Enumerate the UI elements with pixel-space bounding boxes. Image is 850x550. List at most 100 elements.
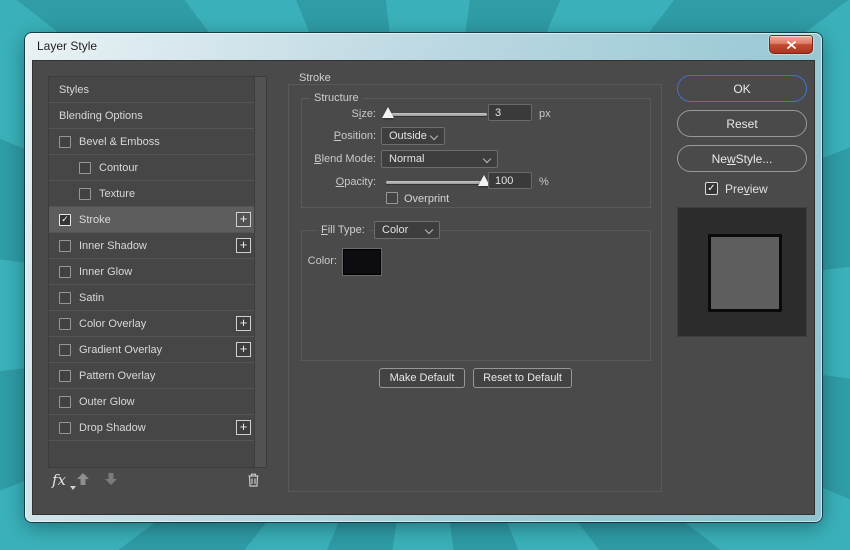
effect-checkbox[interactable]: [59, 344, 71, 356]
style-list-item-label: Gradient Overlay: [79, 344, 162, 356]
size-slider-track[interactable]: [386, 113, 487, 116]
stroke-options-group: Stroke Structure Size: px Position: Outs…: [288, 84, 662, 492]
style-list-item-label: Color Overlay: [79, 318, 146, 330]
style-list-item-label: Inner Glow: [79, 266, 132, 278]
size-label: Size:: [289, 108, 376, 120]
preview-checkbox[interactable]: ✓: [705, 182, 718, 195]
style-list-item[interactable]: Inner Shadow +: [49, 233, 254, 259]
reset-button[interactable]: Reset: [677, 110, 807, 137]
blend-mode-select[interactable]: Normal: [381, 150, 498, 168]
style-list-item-label: Pattern Overlay: [79, 370, 155, 382]
style-list-item[interactable]: Styles: [49, 77, 254, 103]
add-instance-button[interactable]: +: [236, 342, 251, 357]
new-style-button[interactable]: New Style...: [677, 145, 807, 172]
size-slider[interactable]: [386, 106, 487, 120]
fx-menu-icon[interactable]: fx: [52, 471, 66, 489]
size-slider-thumb[interactable]: [382, 107, 394, 118]
blend-mode-label: Blend Mode:: [289, 153, 376, 165]
style-list-item-label: Satin: [79, 292, 104, 304]
style-list-item[interactable]: Texture: [49, 181, 254, 207]
fx-menu-caret-icon: [70, 486, 76, 490]
style-preview-thumbnail: [677, 207, 807, 337]
make-default-button[interactable]: Make Default: [379, 368, 465, 388]
style-list-item[interactable]: Pattern Overlay: [49, 363, 254, 389]
style-list-item[interactable]: Bevel & Emboss: [49, 129, 254, 155]
style-list-item-label: Bevel & Emboss: [79, 136, 160, 148]
blend-mode-value: Normal: [389, 153, 424, 165]
style-list-item[interactable]: Drop Shadow +: [49, 415, 254, 441]
style-list-item[interactable]: Contour: [49, 155, 254, 181]
opacity-unit: %: [539, 176, 549, 188]
style-list: Styles Blending Options Bevel & Emboss C…: [49, 77, 254, 467]
opacity-label: Opacity:: [289, 176, 376, 188]
effects-toolbar: fx: [48, 468, 267, 498]
effect-checkbox[interactable]: ✓: [59, 214, 71, 226]
style-list-item[interactable]: Blending Options: [49, 103, 254, 129]
position-select[interactable]: Outside: [381, 127, 445, 145]
style-list-item[interactable]: Color Overlay +: [49, 311, 254, 337]
layer-style-dialog: Layer Style Styles Blending Options: [25, 33, 822, 522]
move-effect-up-icon[interactable]: [76, 472, 90, 486]
close-icon: [787, 41, 796, 49]
title-bar[interactable]: Layer Style: [25, 33, 822, 60]
style-list-item[interactable]: Inner Glow: [49, 259, 254, 285]
effect-checkbox[interactable]: [59, 318, 71, 330]
style-list-item[interactable]: Satin: [49, 285, 254, 311]
add-instance-button[interactable]: +: [236, 420, 251, 435]
style-list-panel: Styles Blending Options Bevel & Emboss C…: [48, 76, 267, 468]
overprint-label: Overprint: [404, 193, 449, 205]
chevron-down-icon: [425, 226, 433, 234]
opacity-slider[interactable]: [386, 174, 487, 188]
dialog-content: Styles Blending Options Bevel & Emboss C…: [32, 60, 815, 515]
close-button[interactable]: [769, 35, 813, 54]
style-list-item[interactable]: Gradient Overlay +: [49, 337, 254, 363]
dialog-title: Layer Style: [37, 33, 97, 60]
opacity-slider-track[interactable]: [386, 181, 487, 184]
position-label: Position:: [289, 130, 376, 142]
add-instance-button[interactable]: +: [236, 316, 251, 331]
size-unit: px: [539, 108, 551, 120]
ok-button[interactable]: OK: [677, 75, 807, 102]
effect-checkbox[interactable]: [59, 240, 71, 252]
style-list-item-label: Blending Options: [59, 110, 143, 122]
effect-checkbox[interactable]: [59, 422, 71, 434]
move-effect-down-icon[interactable]: [104, 472, 118, 486]
effect-checkbox[interactable]: [59, 292, 71, 304]
size-input[interactable]: [488, 104, 532, 121]
fill-type-value: Color: [382, 224, 408, 236]
style-list-item-label: Texture: [99, 188, 135, 200]
preview-label: Preview: [725, 182, 768, 196]
effect-checkbox[interactable]: [59, 266, 71, 278]
effect-checkbox[interactable]: [59, 370, 71, 382]
chevron-down-icon: [430, 132, 438, 140]
style-list-item-label: Outer Glow: [79, 396, 135, 408]
effect-checkbox[interactable]: [79, 188, 91, 200]
style-list-item-label: Drop Shadow: [79, 422, 146, 434]
stroke-color-swatch[interactable]: [343, 249, 381, 275]
effect-checkbox[interactable]: [59, 136, 71, 148]
style-list-item-label: Inner Shadow: [79, 240, 147, 252]
stroke-group-title: Stroke: [295, 72, 335, 84]
color-label: Color:: [289, 255, 337, 267]
structure-legend: Structure: [310, 92, 363, 104]
effect-checkbox[interactable]: [59, 396, 71, 408]
chevron-down-icon: [483, 155, 491, 163]
reset-to-default-button[interactable]: Reset to Default: [473, 368, 572, 388]
fill-type-label: Fill Type:: [317, 224, 369, 236]
style-list-item[interactable]: ✓ Stroke +: [49, 207, 254, 233]
position-value: Outside: [389, 130, 427, 142]
overprint-checkbox[interactable]: [386, 192, 398, 204]
style-list-item-label: Stroke: [79, 214, 111, 226]
delete-effect-icon[interactable]: [246, 472, 261, 488]
opacity-input[interactable]: [488, 172, 532, 189]
style-list-item[interactable]: Outer Glow: [49, 389, 254, 415]
add-instance-button[interactable]: +: [236, 212, 251, 227]
add-instance-button[interactable]: +: [236, 238, 251, 253]
stroke-preview-square: [708, 234, 782, 312]
desktop-background: Layer Style Styles Blending Options: [0, 0, 850, 550]
fill-type-select[interactable]: Color: [374, 221, 440, 239]
style-list-item-label: Styles: [59, 84, 89, 96]
style-list-item-label: Contour: [99, 162, 138, 174]
style-list-scrollbar[interactable]: [254, 77, 266, 467]
effect-checkbox[interactable]: [79, 162, 91, 174]
